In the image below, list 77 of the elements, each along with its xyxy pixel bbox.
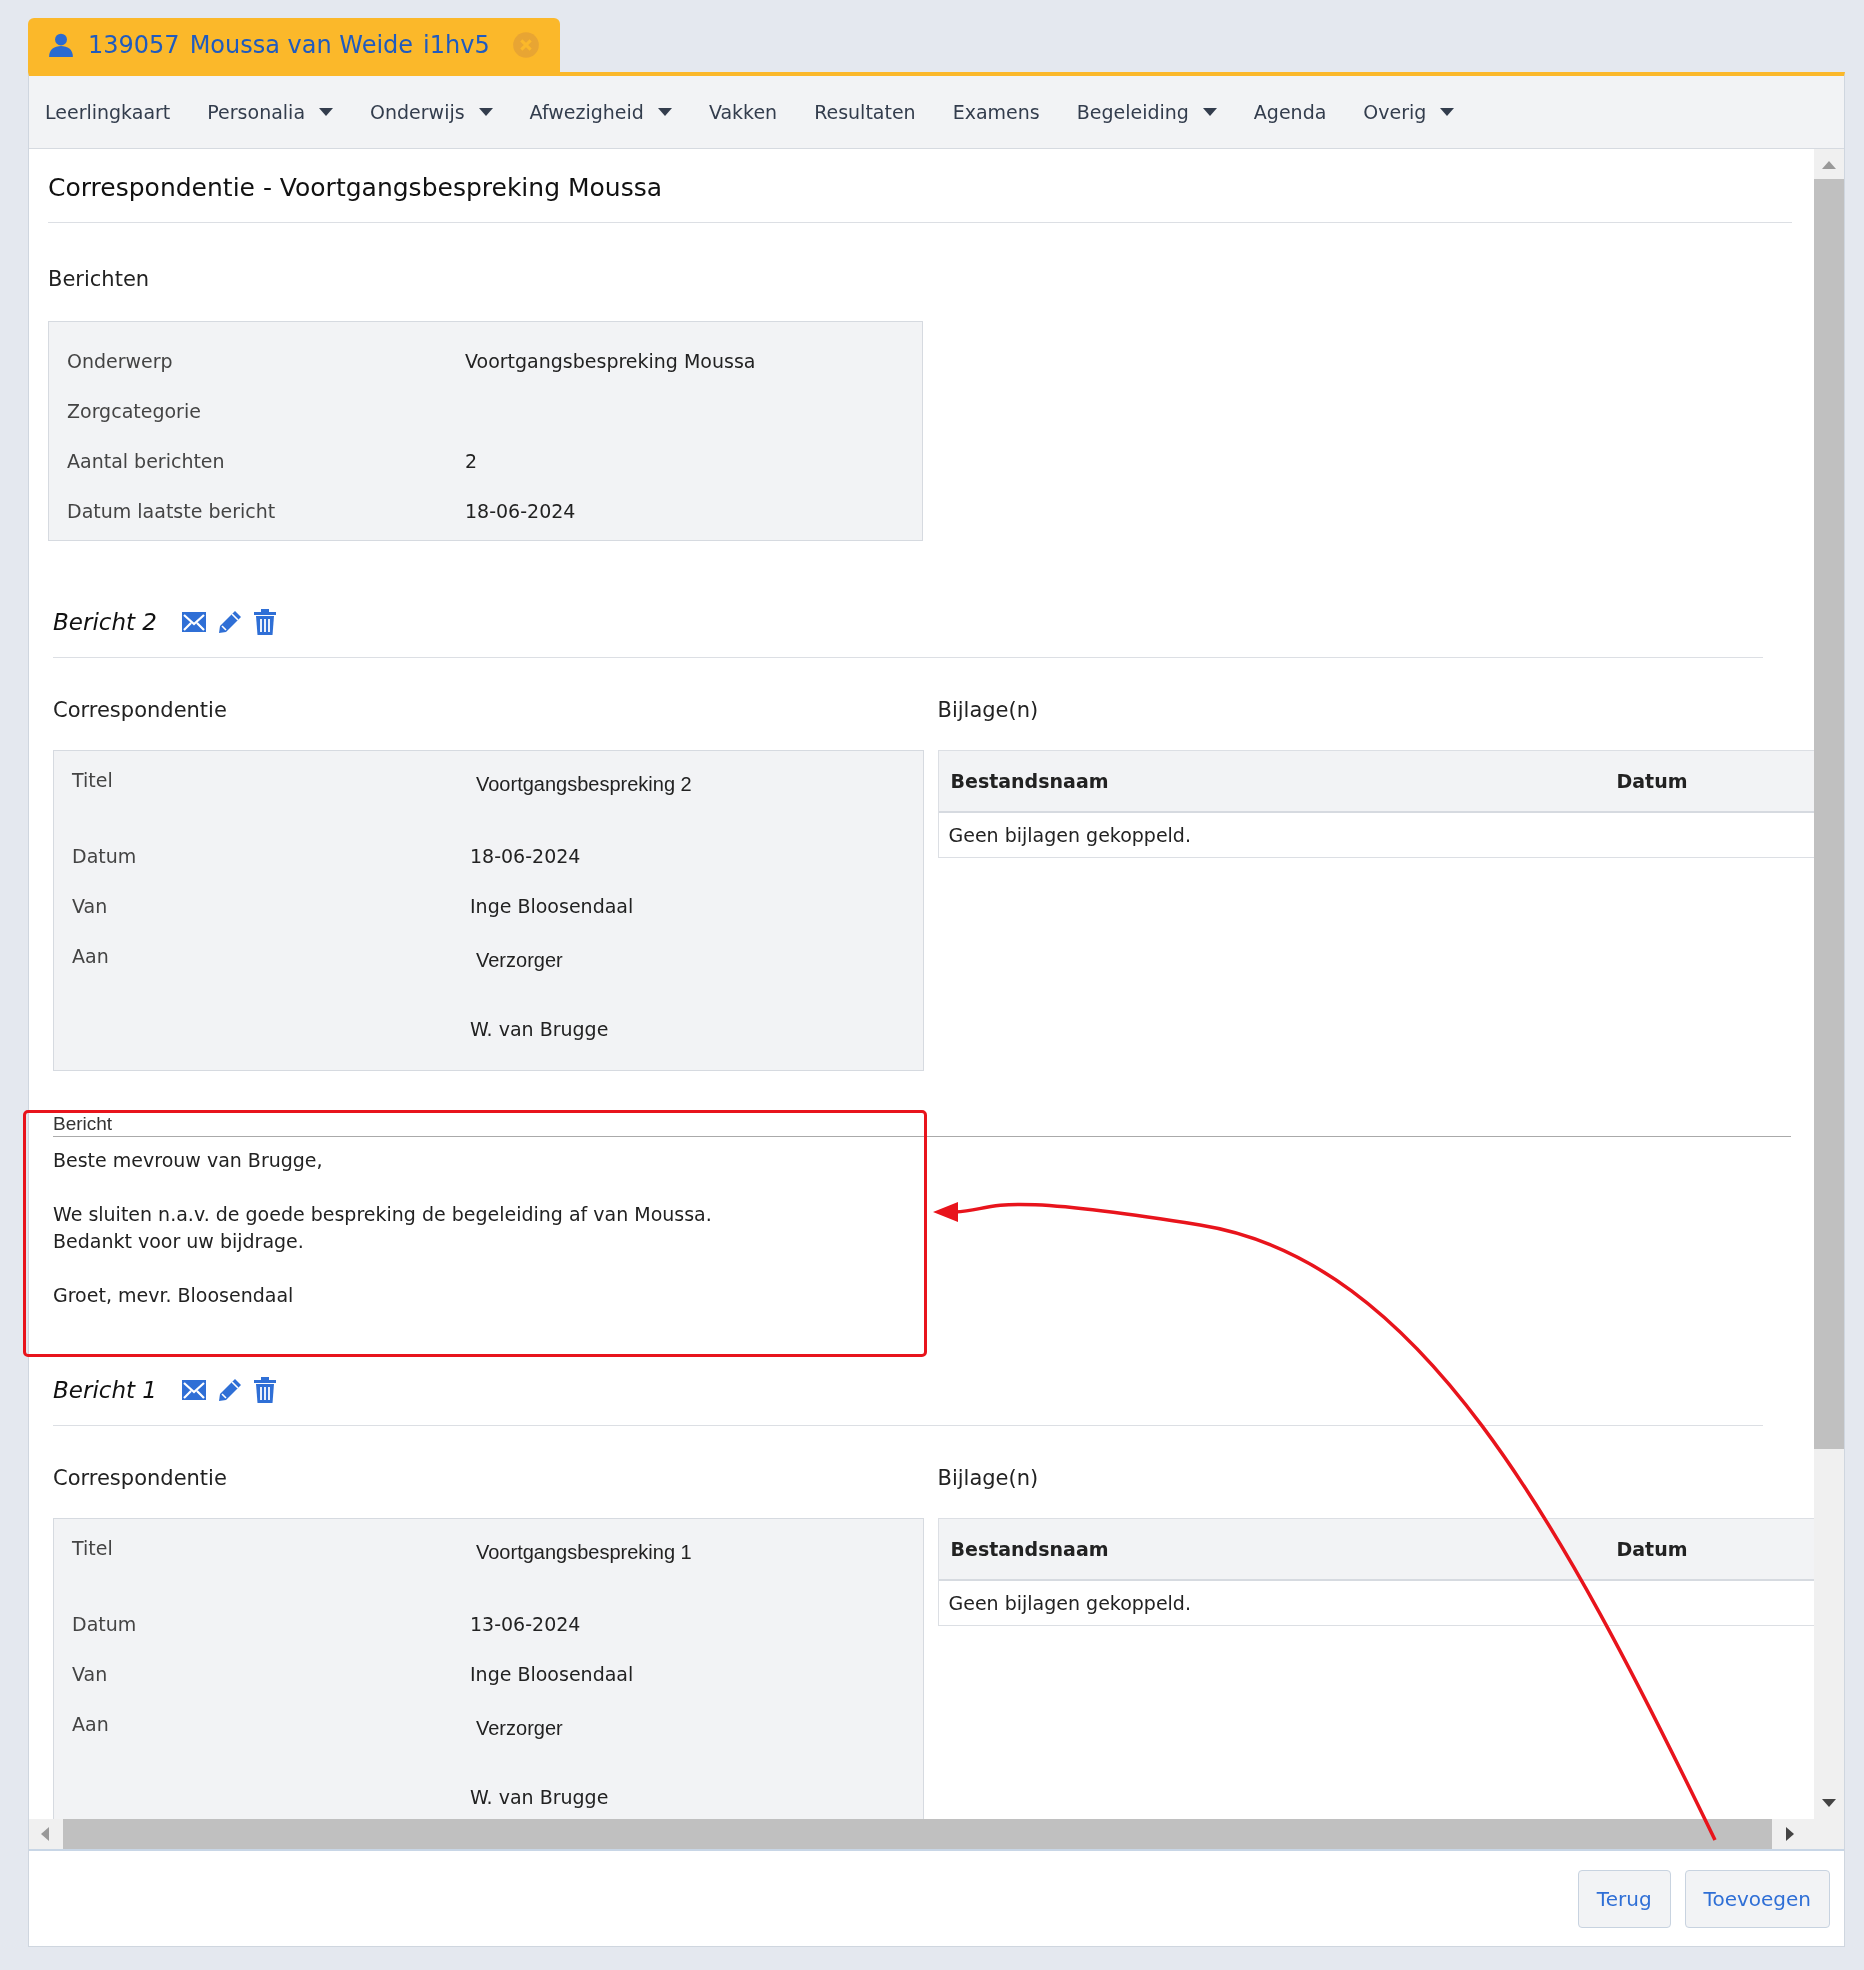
horizontal-scrollbar[interactable]	[29, 1819, 1844, 1851]
nav-item[interactable]: Personalia	[207, 101, 334, 123]
message-paragraph: Beste mevrouw van Brugge,	[53, 1148, 324, 1173]
nav-item[interactable]: Vakken	[708, 101, 778, 123]
field-label: Aan	[72, 1713, 110, 1737]
field-label: Datum	[72, 1613, 138, 1637]
message-heading: Bericht 2	[53, 609, 157, 635]
field-value: 18-06-2024	[465, 500, 576, 522]
message-heading: Bericht 1	[53, 1377, 157, 1403]
section-heading: Correspondentie	[53, 1466, 228, 1490]
person-icon	[48, 32, 74, 58]
field-label: Van	[72, 895, 109, 919]
scroll-down-icon[interactable]	[1822, 1799, 1836, 1807]
section-heading: Correspondentie	[53, 698, 228, 722]
nav-item[interactable]: Leerlingkaart	[45, 101, 171, 123]
field-value: 2	[465, 450, 478, 472]
footer-button[interactable]: Toevoegen	[1684, 1869, 1830, 1928]
nav-item[interactable]: Onderwijs	[370, 101, 493, 123]
nav-item[interactable]: Overig	[1363, 101, 1455, 123]
column-header: Datum	[1616, 770, 1688, 792]
pencil-icon[interactable]	[216, 1377, 243, 1403]
field-label: Aan	[72, 945, 110, 969]
nav-item[interactable]: Agenda	[1253, 101, 1327, 123]
field-label: Datum laatste bericht	[67, 500, 277, 522]
field-label: Datum	[72, 845, 138, 869]
trash-icon[interactable]	[252, 1377, 277, 1403]
field-value: W. van Brugge	[470, 1786, 609, 1808]
field-value: Voortgangsbespreking 1	[475, 1541, 692, 1564]
field-value: Voortgangsbespreking 2	[475, 773, 692, 796]
field-value: Verzorger	[475, 1717, 564, 1740]
nav-item[interactable]: Afwezigheid	[529, 101, 672, 123]
message-paragraph: Groet, mevr. Bloosendaal	[53, 1283, 295, 1308]
vertical-scrollbar[interactable]	[1814, 149, 1844, 1819]
caret-icon[interactable]	[478, 108, 493, 116]
caret-icon[interactable]	[657, 108, 672, 116]
field-value: Voortgangsbespreking Moussa	[465, 350, 756, 372]
student-number: 139057	[88, 31, 180, 59]
empty-message: Geen bijlagen gekoppeld.	[948, 1592, 1191, 1614]
field-value: Inge Bloosendaal	[470, 1663, 634, 1685]
column-header: Datum	[1616, 1538, 1688, 1560]
field-value: 13-06-2024	[470, 1613, 581, 1635]
section-heading: Bijlage(n)	[937, 698, 1040, 722]
nav-item[interactable]: Begeleiding	[1076, 101, 1217, 123]
section-heading: Bijlage(n)	[937, 1466, 1040, 1490]
field-value: Inge Bloosendaal	[470, 895, 634, 917]
scroll-right-icon[interactable]	[1786, 1827, 1794, 1841]
caret-icon[interactable]	[1440, 108, 1455, 116]
field-label: Titel	[72, 1537, 114, 1561]
trash-icon[interactable]	[252, 609, 277, 635]
student-class: i1hv5	[423, 31, 490, 59]
page-title: Correspondentie - Voortgangsbespreking Moussa	[48, 173, 1792, 223]
mail-icon[interactable]	[180, 611, 207, 633]
field-value: W. van Brugge	[470, 1018, 609, 1040]
empty-message: Geen bijlagen gekoppeld.	[948, 824, 1191, 846]
caret-icon[interactable]	[319, 108, 334, 116]
nav-item[interactable]: Examens	[952, 101, 1040, 123]
scroll-left-icon[interactable]	[41, 1827, 49, 1841]
field-label: Bericht	[53, 1113, 1791, 1137]
student-tab[interactable]: 139057 Moussa van Weide i1hv5	[28, 18, 560, 72]
field-label: Van	[72, 1663, 109, 1687]
scroll-up-icon[interactable]	[1822, 161, 1836, 169]
mail-icon[interactable]	[180, 1379, 207, 1401]
field-label: Aantal berichten	[67, 450, 226, 472]
student-name: Moussa van Weide	[189, 31, 414, 59]
message-paragraph: We sluiten n.a.v. de goede bespreking de begeleiding af van Moussa. Bedankt voor uw bijdrage.	[53, 1202, 713, 1254]
field-label: Zorgcategorie	[67, 400, 202, 422]
field-label: Titel	[72, 769, 114, 793]
pencil-icon[interactable]	[216, 609, 243, 635]
field-label: Onderwerp	[67, 350, 174, 372]
column-header: Bestandsnaam	[950, 770, 1110, 792]
field-value: 18-06-2024	[470, 845, 581, 867]
field-value: Verzorger	[475, 949, 564, 972]
nav-item[interactable]: Resultaten	[814, 101, 916, 123]
column-header: Bestandsnaam	[950, 1538, 1110, 1560]
caret-icon[interactable]	[1202, 108, 1217, 116]
section-heading: Berichten	[48, 267, 151, 291]
footer-button[interactable]: Terug	[1577, 1869, 1671, 1928]
